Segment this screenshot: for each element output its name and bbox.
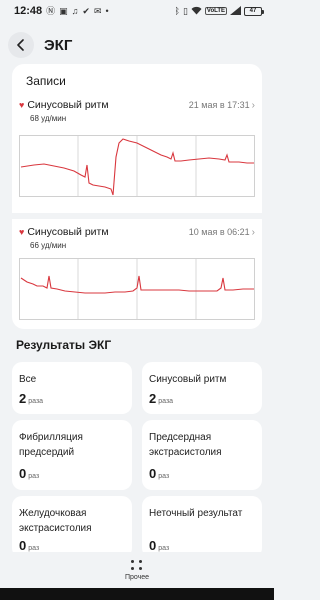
system-navigation-bar	[0, 588, 274, 600]
tile-unit: раз	[158, 545, 170, 552]
notification-mail-icon: ✉	[93, 5, 102, 16]
notification-check-icon: ✔	[82, 5, 90, 16]
result-tile-atrial-extrasystole[interactable]: Предсердная экстрасистолия 0 раз	[142, 420, 262, 490]
notification-box-icon: ▣	[59, 5, 68, 16]
tile-count: 0	[149, 538, 157, 553]
record-heart-rate: 68 уд/мин	[30, 114, 67, 123]
battery-icon: 47	[244, 6, 264, 16]
records-label: Записи	[26, 74, 66, 88]
volte-badge: VoLTE	[204, 7, 227, 15]
tile-label: Фибрилляция предсердий	[19, 432, 83, 458]
ecg-record[interactable]: ♥ Синусовый ритм 10 мая в 06:21 › 66 уд/…	[12, 224, 262, 324]
tile-count: 0	[19, 538, 27, 553]
page-title: ЭКГ	[44, 36, 73, 54]
record-date: 10 мая в 06:21	[188, 227, 250, 237]
record-divider	[12, 213, 262, 219]
notification-dot-icon: •	[105, 5, 109, 16]
tile-unit: раза	[28, 398, 44, 405]
ecg-record[interactable]: ♥ Синусовый ритм 21 мая в 17:31 › 68 уд/…	[12, 97, 262, 212]
result-tile-inaccurate[interactable]: Неточный результат 0 раз	[142, 496, 262, 558]
tile-count: 2	[149, 391, 157, 406]
back-button[interactable]	[8, 32, 34, 58]
tile-count: 2	[19, 391, 27, 406]
heart-icon: ♥	[19, 227, 25, 237]
result-tile-all[interactable]: Все 2 раза	[12, 362, 132, 414]
tile-label: Синусовый ритм	[149, 374, 227, 385]
chevron-right-icon: ›	[251, 226, 255, 238]
notification-n-icon: Ⓝ	[46, 5, 56, 16]
record-title: Синусовый ритм	[27, 99, 109, 111]
ecg-waveform	[19, 135, 255, 197]
records-card: Записи ♥ Синусовый ритм 21 мая в 17:31 ›…	[12, 64, 262, 329]
tile-count: 0	[149, 466, 157, 481]
tile-value: 2 раза	[19, 391, 43, 406]
record-date: 21 мая в 17:31	[188, 100, 250, 110]
header: ЭКГ	[8, 30, 72, 60]
tile-unit: раз	[158, 473, 170, 480]
result-tile-sinus[interactable]: Синусовый ритм 2 раза	[142, 362, 262, 414]
heart-icon: ♥	[19, 100, 25, 110]
tile-label: Неточный результат	[149, 508, 243, 519]
tile-value: 0 раз	[149, 466, 169, 481]
tile-unit: раза	[158, 398, 174, 405]
more-icon[interactable]	[131, 559, 143, 570]
result-tile-ventricular-extrasystole[interactable]: Желудочковая экстрасистолия 0 раз	[12, 496, 132, 558]
tile-value: 0 раз	[19, 538, 39, 553]
tile-count: 0	[19, 466, 27, 481]
tile-unit: раз	[28, 545, 40, 552]
chevron-left-icon	[17, 39, 24, 51]
results-title: Результаты ЭКГ	[16, 338, 112, 352]
result-tile-afib[interactable]: Фибрилляция предсердий 0 раз	[12, 420, 132, 490]
tile-label: Все	[19, 374, 37, 385]
bottom-bar: Прочее	[0, 552, 274, 588]
tile-label: Предсердная экстрасистолия	[149, 432, 222, 458]
tile-value: 0 раз	[19, 466, 39, 481]
tile-value: 0 раз	[149, 538, 169, 553]
bluetooth-icon: ᛒ	[174, 5, 180, 16]
status-bar: 12:48 Ⓝ ▣ ♫ ✔ ✉ • ᛒ ▯ VoLTE 47	[0, 0, 274, 22]
tile-unit: раз	[28, 473, 40, 480]
tile-label: Желудочковая экстрасистолия	[19, 508, 92, 534]
clock: 12:48	[14, 5, 43, 17]
ecg-waveform	[19, 258, 255, 320]
record-heart-rate: 66 уд/мин	[30, 241, 67, 250]
more-label[interactable]: Прочее	[125, 574, 149, 581]
notification-music-icon: ♫	[71, 5, 79, 16]
chevron-right-icon: ›	[251, 99, 255, 111]
wifi-icon	[191, 6, 202, 17]
tile-value: 2 раза	[149, 391, 173, 406]
signal-icon	[230, 5, 241, 17]
record-title: Синусовый ритм	[27, 226, 109, 238]
vibrate-icon: ▯	[182, 5, 188, 16]
